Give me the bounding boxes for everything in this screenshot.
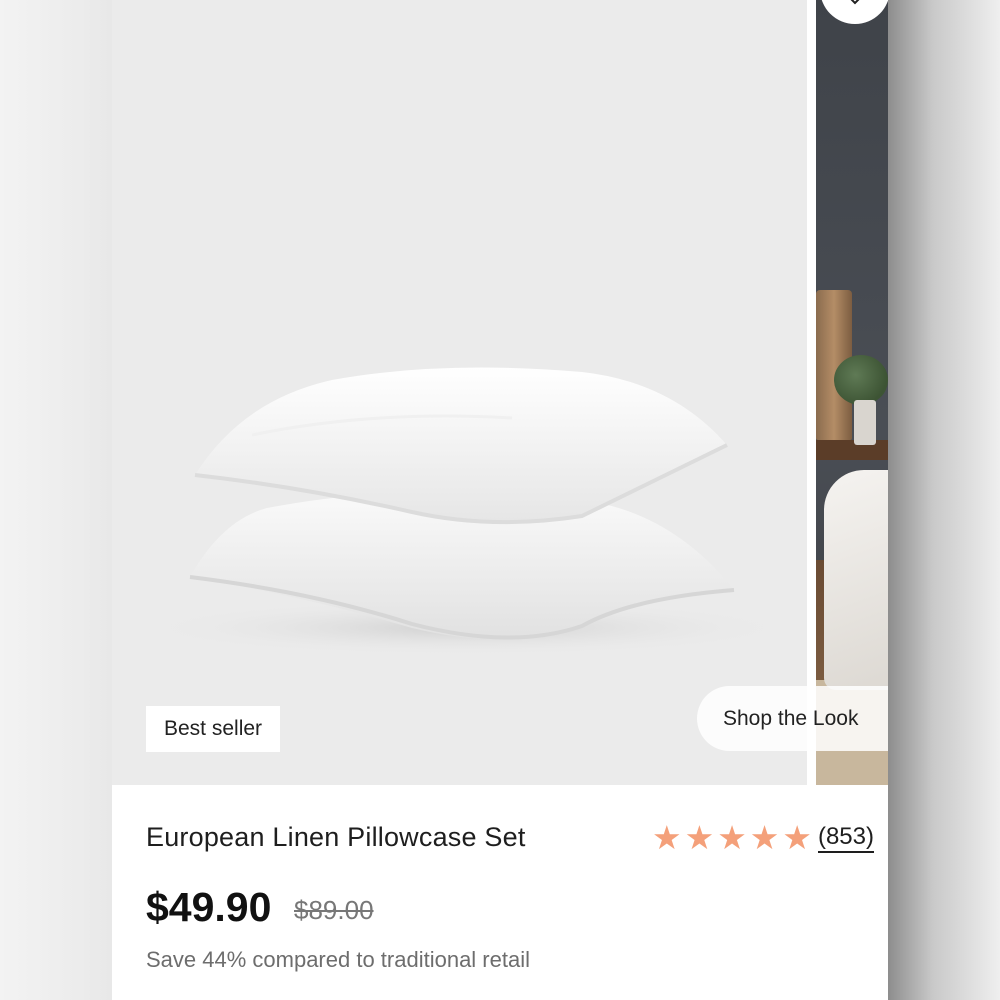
star-icon: ★ bbox=[717, 819, 747, 856]
savings-text: Save 44% compared to traditional retail bbox=[146, 947, 530, 972]
vase bbox=[854, 400, 876, 445]
nightstand bbox=[816, 440, 888, 460]
plant bbox=[834, 355, 888, 405]
star-rating: ★ ★ ★ ★ ★ bbox=[652, 820, 812, 856]
review-count-link[interactable]: (853) bbox=[817, 823, 874, 853]
star-icon: ★ bbox=[749, 819, 780, 856]
shop-the-look-button[interactable]: Shop the Look bbox=[697, 686, 888, 751]
product-image[interactable] bbox=[112, 0, 807, 785]
original-price: $89.00 bbox=[294, 895, 374, 925]
product-card[interactable]: Best seller Shop the Look European Linen… bbox=[112, 0, 888, 1000]
heart-icon bbox=[844, 0, 866, 24]
lifestyle-image[interactable] bbox=[816, 0, 888, 785]
best-seller-badge: Best seller bbox=[146, 706, 281, 752]
star-icon: ★ bbox=[652, 819, 682, 856]
pillow-illustration bbox=[137, 367, 797, 656]
right-background-blur bbox=[888, 0, 1000, 1000]
star-icon: ★ bbox=[684, 819, 715, 856]
star-icon: ★ bbox=[782, 819, 812, 856]
bedding bbox=[824, 470, 888, 690]
product-rating[interactable]: ★ ★ ★ ★ ★ (853) bbox=[652, 820, 874, 856]
product-title[interactable]: European Linen Pillowcase Set bbox=[146, 822, 526, 853]
sale-price: $49.90 bbox=[146, 884, 272, 930]
left-background-blur bbox=[0, 0, 112, 1000]
